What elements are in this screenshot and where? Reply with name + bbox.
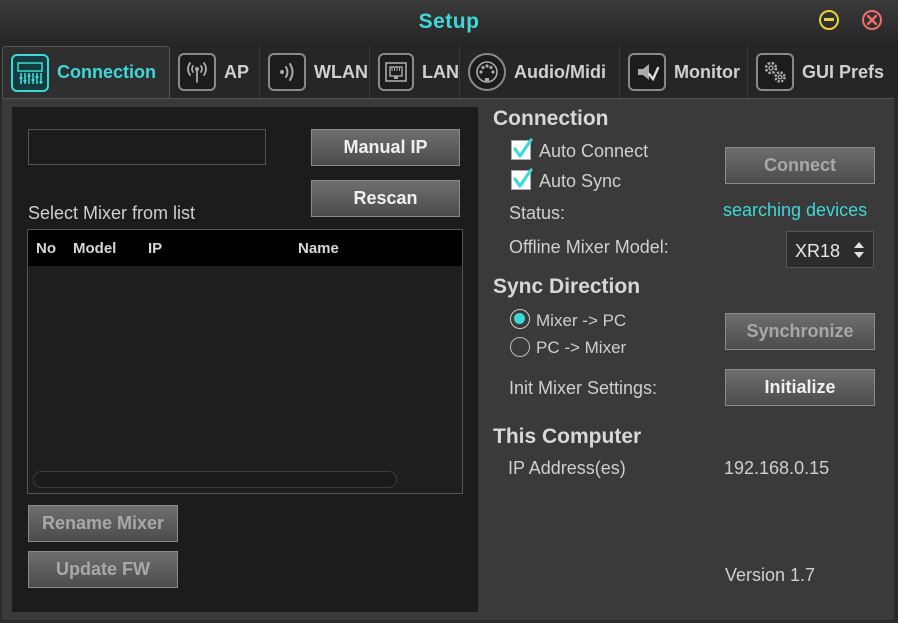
antenna-icon bbox=[178, 53, 216, 91]
tab-lan[interactable]: LAN bbox=[370, 46, 460, 98]
wifi-icon bbox=[268, 53, 306, 91]
initialize-button[interactable]: Initialize bbox=[725, 369, 875, 406]
offline-mixer-model-select[interactable]: XR18 bbox=[786, 231, 874, 268]
midi-port-icon bbox=[468, 53, 506, 91]
mixer-list-panel: Manual IP Rescan Select Mixer from list … bbox=[12, 107, 478, 612]
rescan-button[interactable]: Rescan bbox=[311, 180, 460, 217]
tab-label: WLAN bbox=[314, 61, 368, 82]
auto-sync-label: Auto Sync bbox=[539, 171, 622, 191]
column-name[interactable]: Name bbox=[298, 240, 339, 257]
sync-direction-heading: Sync Direction bbox=[493, 275, 641, 298]
offline-mixer-model-value: XR18 bbox=[795, 241, 841, 261]
ip-address-input[interactable] bbox=[28, 129, 266, 165]
tab-audio-midi[interactable]: Audio/Midi bbox=[460, 46, 620, 98]
up-down-arrows-icon bbox=[852, 240, 866, 265]
tab-label: AP bbox=[224, 61, 250, 82]
mixer-icon bbox=[11, 53, 49, 92]
offline-mixer-model-label: Offline Mixer Model: bbox=[509, 237, 669, 257]
tab-label: LAN bbox=[422, 61, 459, 82]
tab-label: Connection bbox=[57, 62, 156, 82]
speaker-check-icon bbox=[628, 53, 666, 91]
status-label: Status: bbox=[509, 203, 566, 223]
mixer-to-pc-label: Mixer -> PC bbox=[536, 311, 627, 330]
ip-address-value: 192.168.0.15 bbox=[724, 458, 830, 478]
connect-button[interactable]: Connect bbox=[725, 147, 875, 184]
tab-label: GUI Prefs bbox=[802, 61, 885, 82]
this-computer-heading: This Computer bbox=[493, 425, 642, 448]
tab-ap[interactable]: AP bbox=[170, 46, 260, 98]
version-label: Version 1.7 bbox=[725, 565, 816, 585]
tab-bar: Connection AP WLAN LAN Audio/Midi Monito… bbox=[0, 44, 898, 98]
minimize-icon[interactable] bbox=[819, 10, 839, 30]
table-header: No Model IP Name bbox=[28, 230, 462, 266]
auto-sync-checkbox[interactable] bbox=[511, 168, 533, 190]
column-ip[interactable]: IP bbox=[148, 240, 162, 257]
select-mixer-label: Select Mixer from list bbox=[28, 203, 196, 223]
title-bar: Setup bbox=[0, 0, 898, 44]
close-icon[interactable] bbox=[862, 10, 882, 30]
ip-addresses-label: IP Address(es) bbox=[508, 458, 626, 478]
column-model[interactable]: Model bbox=[73, 240, 116, 257]
connection-heading: Connection bbox=[493, 107, 609, 130]
gears-icon bbox=[756, 53, 794, 91]
horizontal-scrollbar[interactable] bbox=[33, 471, 397, 488]
tab-monitor[interactable]: Monitor bbox=[620, 46, 748, 98]
pc-to-mixer-label: PC -> Mixer bbox=[536, 338, 627, 357]
column-no[interactable]: No bbox=[36, 240, 56, 257]
auto-connect-label: Auto Connect bbox=[539, 141, 649, 161]
tab-label: Monitor bbox=[674, 61, 740, 82]
rename-mixer-button[interactable]: Rename Mixer bbox=[28, 505, 178, 542]
pc-to-mixer-radio[interactable] bbox=[510, 337, 530, 357]
synchronize-button[interactable]: Synchronize bbox=[725, 313, 875, 350]
ethernet-icon bbox=[378, 53, 414, 91]
init-mixer-settings-label: Init Mixer Settings: bbox=[509, 378, 658, 398]
auto-connect-checkbox[interactable] bbox=[511, 138, 533, 160]
mixer-to-pc-radio[interactable] bbox=[510, 309, 530, 329]
connection-page: Manual IP Rescan Select Mixer from list … bbox=[2, 98, 894, 620]
tab-wlan[interactable]: WLAN bbox=[260, 46, 370, 98]
window-title: Setup bbox=[418, 10, 480, 33]
status-value: searching devices bbox=[723, 200, 868, 220]
tab-label: Audio/Midi bbox=[514, 61, 606, 82]
manual-ip-button[interactable]: Manual IP bbox=[311, 129, 460, 166]
tab-gui-prefs[interactable]: GUI Prefs bbox=[748, 46, 896, 98]
update-fw-button[interactable]: Update FW bbox=[28, 551, 178, 588]
tab-connection[interactable]: Connection bbox=[2, 46, 170, 98]
mixer-table[interactable]: No Model IP Name bbox=[27, 229, 463, 494]
